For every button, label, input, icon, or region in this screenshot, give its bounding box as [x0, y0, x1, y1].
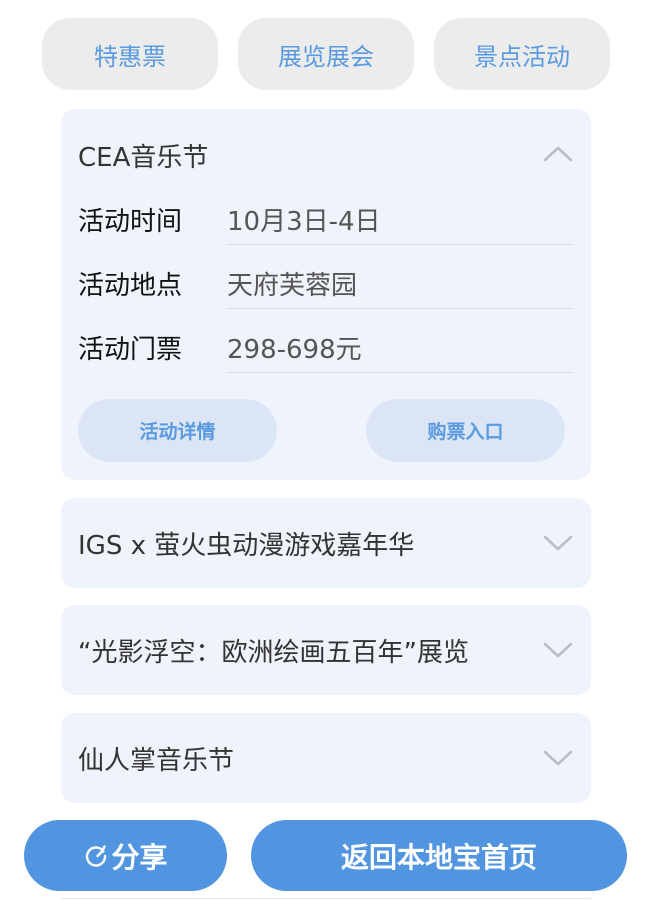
back-to-home-button[interactable]: 返回本地宝首页	[251, 820, 627, 891]
event-card-header[interactable]: “光影浮空：欧洲绘画五百年”展览	[61, 605, 591, 695]
share-label: 分享	[111, 840, 168, 874]
event-ticket-label: 活动门票	[78, 335, 183, 365]
event-card-header[interactable]: IGS x 萤火虫动漫游戏嘉年华	[61, 498, 591, 588]
chevron-down-icon[interactable]	[543, 529, 573, 557]
event-ticket-row: 活动门票 298-698元	[78, 321, 573, 373]
divider	[61, 898, 591, 899]
event-location-label: 活动地点	[78, 271, 183, 301]
tab-special-tickets[interactable]: 特惠票	[42, 18, 218, 90]
event-details-button[interactable]: 活动详情	[78, 399, 277, 462]
event-time-label: 活动时间	[78, 207, 183, 237]
event-location-value: 天府芙蓉园	[227, 271, 358, 301]
event-title: CEA音乐节	[78, 142, 209, 173]
event-title: “光影浮空：欧洲绘画五百年”展览	[78, 637, 469, 668]
event-card-european-painting-exhibition[interactable]: “光影浮空：欧洲绘画五百年”展览	[61, 605, 591, 695]
event-title: 仙人掌音乐节	[78, 745, 235, 776]
divider	[227, 244, 573, 245]
event-location-row: 活动地点 天府芙蓉园	[78, 257, 573, 309]
event-ticket-value: 298-698元	[227, 335, 362, 365]
chevron-up-icon[interactable]	[543, 140, 573, 168]
event-card-cea-music-festival: CEA音乐节 活动时间 10月3日-4日 活动地点 天府芙蓉园 活动门票 298…	[61, 109, 591, 480]
tab-exhibitions[interactable]: 展览展会	[238, 18, 414, 90]
event-card-igs-anime-carnival[interactable]: IGS x 萤火虫动漫游戏嘉年华	[61, 498, 591, 588]
share-refresh-icon	[83, 843, 109, 869]
divider	[227, 372, 573, 373]
divider	[227, 308, 573, 309]
share-button[interactable]: 分享	[24, 820, 227, 891]
event-card-header[interactable]: 仙人掌音乐节	[61, 713, 591, 803]
tab-attraction-events[interactable]: 景点活动	[434, 18, 610, 90]
chevron-down-icon[interactable]	[543, 636, 573, 664]
category-tabs: 特惠票 展览展会 景点活动	[0, 0, 649, 110]
chevron-down-icon[interactable]	[543, 744, 573, 772]
event-time-row: 活动时间 10月3日-4日	[78, 193, 573, 245]
event-title: IGS x 萤火虫动漫游戏嘉年华	[78, 530, 415, 561]
buy-tickets-button[interactable]: 购票入口	[366, 399, 565, 462]
event-card-header[interactable]: CEA音乐节	[61, 109, 591, 201]
event-time-value: 10月3日-4日	[227, 207, 381, 237]
event-card-cactus-music-festival[interactable]: 仙人掌音乐节	[61, 713, 591, 803]
